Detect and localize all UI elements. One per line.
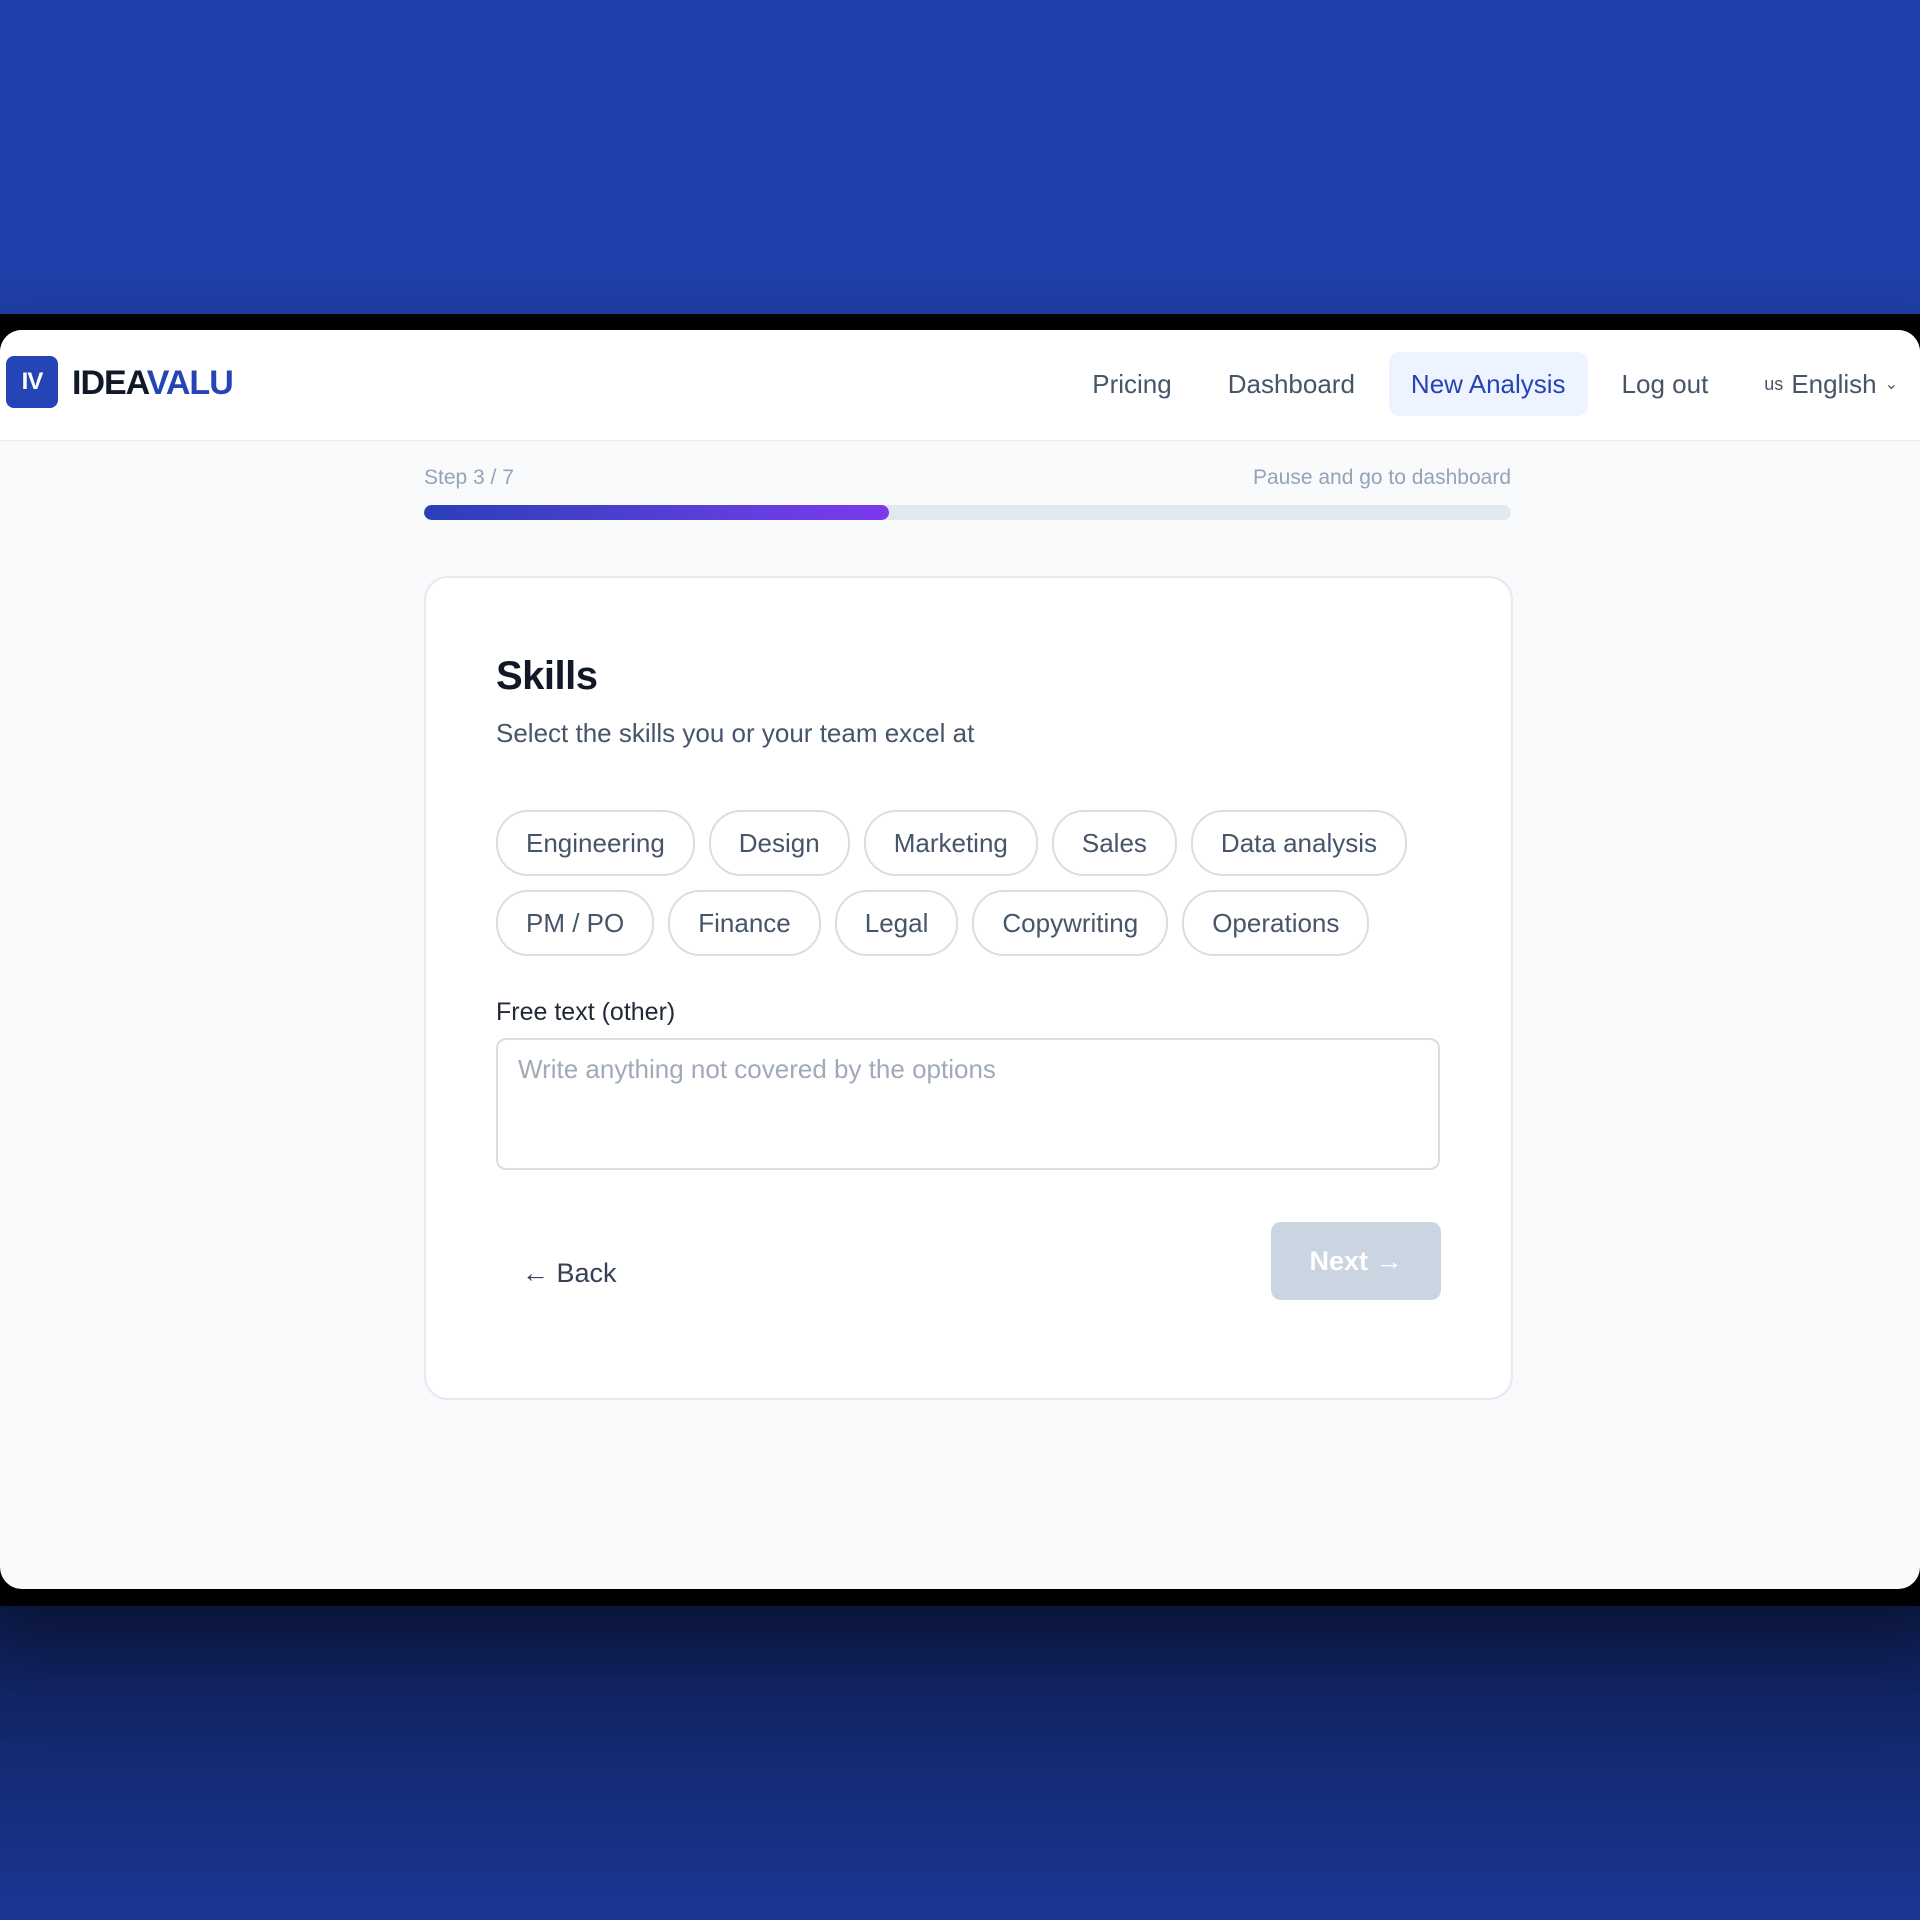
app-screen: IV IDEAVALU Pricing Dashboard New Analys… <box>0 330 1920 1589</box>
skill-chip-marketing[interactable]: Marketing <box>863 810 1038 876</box>
skill-chip-pm-po[interactable]: PM / PO <box>496 890 655 956</box>
skill-chip-sales[interactable]: Sales <box>1051 810 1177 876</box>
skill-chip-legal[interactable]: Legal <box>834 890 959 956</box>
back-button[interactable]: ← Back <box>522 1258 617 1289</box>
skills-card: Skills Select the skills you or your tea… <box>424 576 1513 1400</box>
nav-dashboard[interactable]: Dashboard <box>1206 352 1377 416</box>
logo-wordmark[interactable]: IDEAVALU <box>72 364 234 403</box>
skill-chip-operations[interactable]: Operations <box>1182 890 1370 956</box>
progress-fill <box>424 505 890 520</box>
flag-icon: us <box>1764 373 1784 394</box>
nav-new-analysis[interactable]: New Analysis <box>1388 352 1588 416</box>
backdrop-shade <box>0 1560 1920 1920</box>
logo-mark: IV <box>6 356 58 408</box>
nav-links: Pricing Dashboard New Analysis Log out u… <box>1058 352 1920 416</box>
language-selector[interactable]: us English ⌄ <box>1742 352 1920 416</box>
free-text-label: Free text (other) <box>496 998 676 1026</box>
skills-chips-row-1: Engineering Design Marketing Sales Data … <box>496 810 1407 876</box>
language-label: English <box>1791 368 1877 399</box>
top-navbar: IV IDEAVALU Pricing Dashboard New Analys… <box>0 330 1920 441</box>
nav-log-out[interactable]: Log out <box>1600 352 1731 416</box>
nav-pricing[interactable]: Pricing <box>1070 352 1193 416</box>
skill-chip-data-analysis[interactable]: Data analysis <box>1190 810 1407 876</box>
logo-text-part1: IDEA <box>72 364 148 402</box>
skill-chip-finance[interactable]: Finance <box>668 890 821 956</box>
pause-dashboard-link[interactable]: Pause and go to dashboard <box>1253 466 1511 490</box>
skills-chips-row-2: PM / PO Finance Legal Copywriting Operat… <box>496 890 1370 956</box>
skill-chip-engineering[interactable]: Engineering <box>496 810 695 876</box>
free-text-input[interactable] <box>496 1038 1440 1170</box>
skill-chip-design[interactable]: Design <box>708 810 850 876</box>
next-button[interactable]: Next → <box>1271 1222 1441 1300</box>
skill-chip-copywriting[interactable]: Copywriting <box>972 890 1169 956</box>
progress-bar <box>424 505 1511 520</box>
page-title: Skills <box>496 654 598 698</box>
step-indicator: Step 3 / 7 <box>424 466 514 489</box>
logo-text-part2: VALU <box>146 364 234 402</box>
page-subtitle: Select the skills you or your team excel… <box>496 718 975 748</box>
chevron-down-icon: ⌄ <box>1884 376 1898 393</box>
